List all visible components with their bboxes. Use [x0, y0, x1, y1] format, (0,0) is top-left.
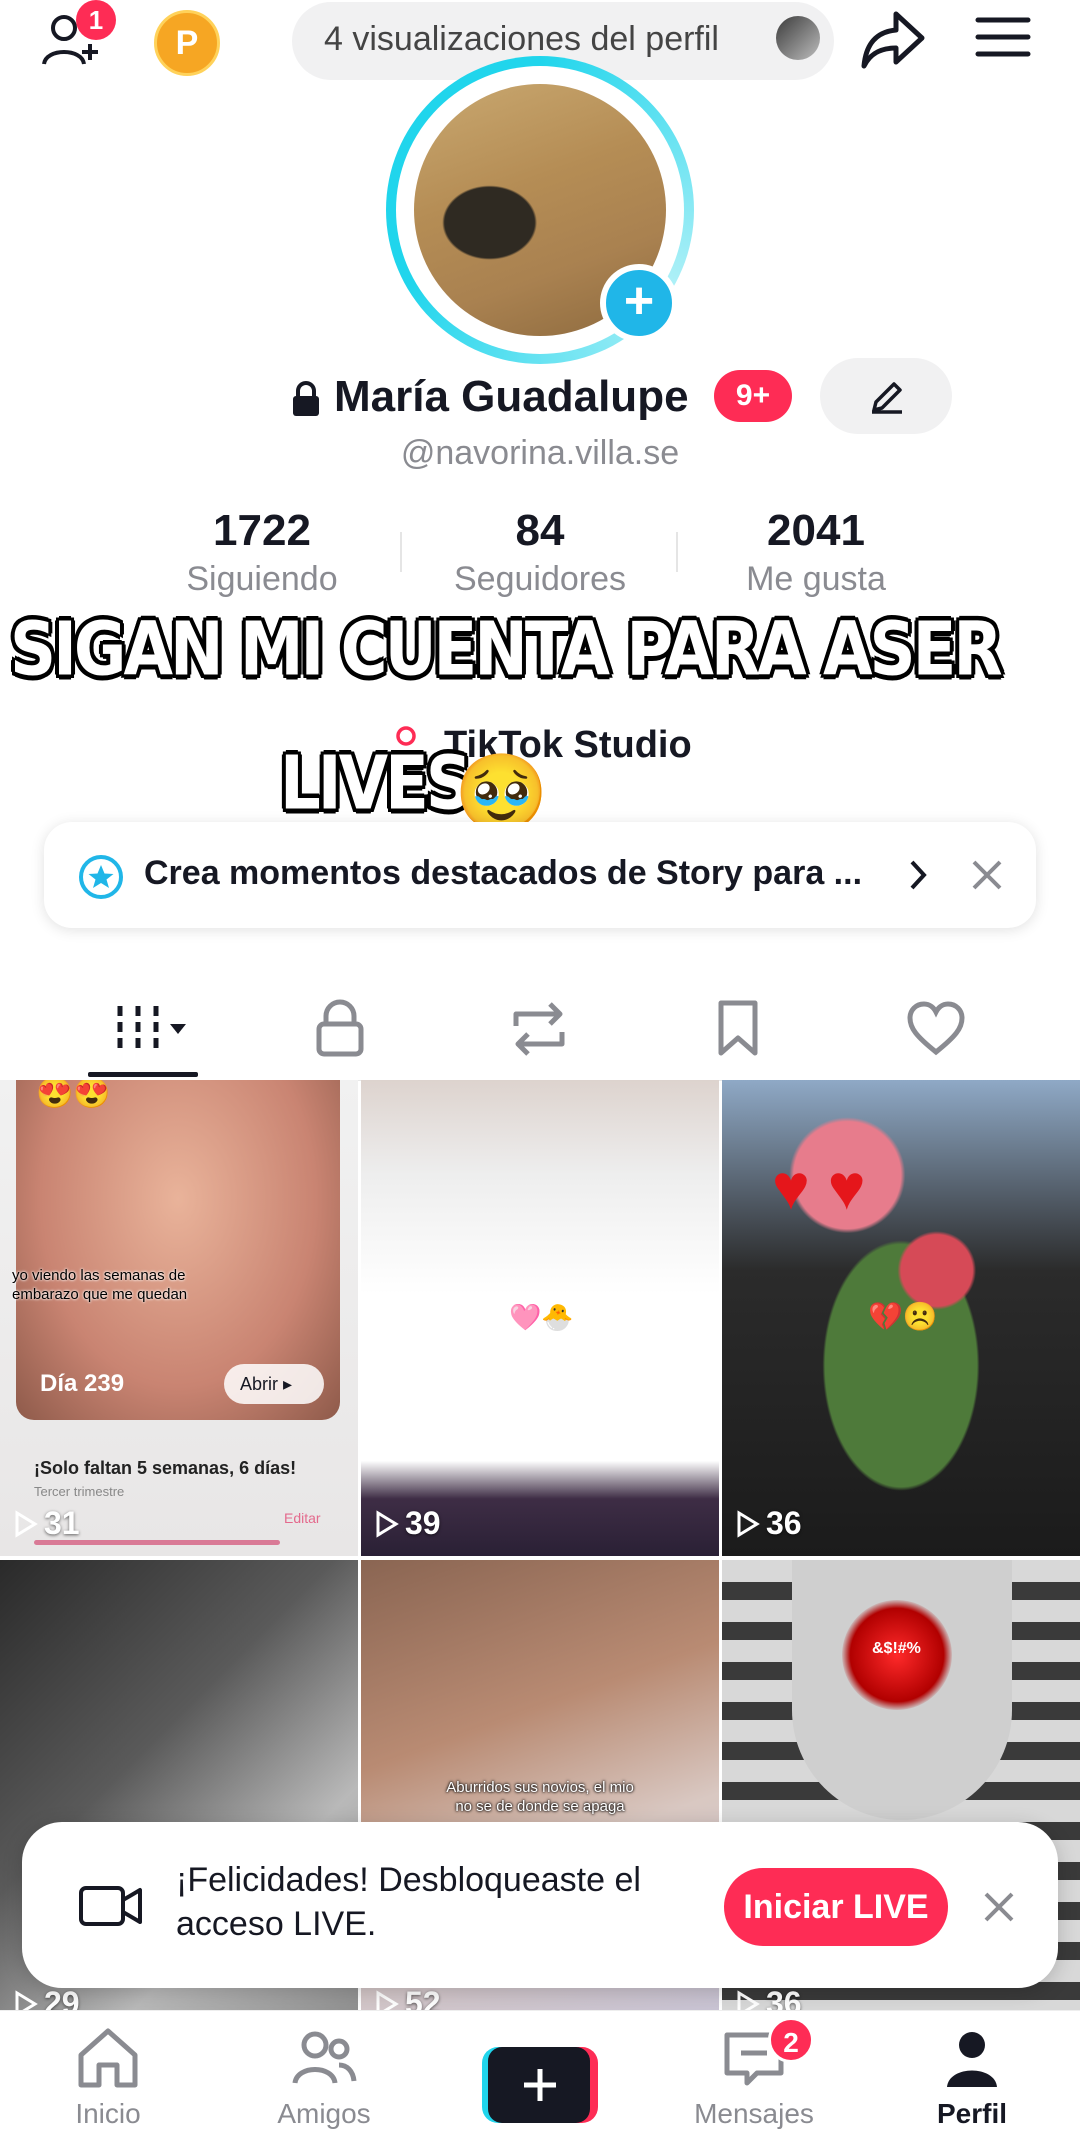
- start-live-button[interactable]: Iniciar LIVE: [724, 1868, 948, 1946]
- trimester-text: Tercer trimestre: [34, 1484, 125, 1499]
- bookmark-icon: [718, 1000, 758, 1056]
- emoji-overlay: 💔☹️: [868, 1301, 938, 1332]
- emoji-overlay: 🩷🐣: [509, 1302, 574, 1332]
- tab-private[interactable]: [240, 980, 440, 1080]
- menu-button[interactable]: [974, 14, 1034, 64]
- overlay-caption-line1: SIGAN MI CUENTA PARA ASER: [10, 608, 1003, 694]
- profile-icon: [947, 2032, 997, 2087]
- grid-filter-icon: [117, 1006, 186, 1050]
- star-badge-icon: [79, 855, 123, 899]
- video-overlay-text: yo viendo las semanas de embarazo que me…: [12, 1267, 188, 1303]
- active-tab-indicator: [88, 1072, 198, 1077]
- video-overlay-text: Aburridos sus novios, el mio no se de do…: [446, 1779, 634, 1815]
- add-story-button[interactable]: +: [600, 264, 678, 342]
- overlay-caption-line2: LIVES: [280, 742, 472, 828]
- repost-icon: [513, 1002, 565, 1056]
- close-icon[interactable]: [982, 1890, 1016, 1924]
- home-icon: [78, 2028, 138, 2088]
- live-banner-text: ¡Felicidades! Desbloqueaste el acceso LI…: [176, 1861, 641, 1943]
- likes-label: Me gusta: [746, 560, 886, 598]
- friend-requests-badge: 1: [76, 0, 116, 40]
- stat-following[interactable]: 1722 Siguiendo: [132, 506, 392, 599]
- play-icon: [737, 1510, 760, 1538]
- live-access-banner: ¡Felicidades! Desbloqueaste el acceso LI…: [22, 1822, 1058, 1988]
- story-banner-text: Crea momentos destacados de Story para .…: [144, 854, 863, 892]
- lock-icon: [316, 999, 364, 1057]
- nav-profile[interactable]: Perfil: [882, 2025, 1062, 2130]
- nav-home-label: Inicio: [75, 2098, 141, 2129]
- view-count: 31: [14, 1505, 80, 1542]
- tab-favorites[interactable]: [638, 980, 838, 1080]
- heart-icon: [907, 1001, 965, 1056]
- video-tile[interactable]: ♥ ♥ 💔☹️ 36: [722, 1080, 1080, 1556]
- view-count: 39: [375, 1505, 441, 1542]
- stat-divider: [676, 532, 678, 572]
- nav-profile-label: Perfil: [936, 2098, 1008, 2129]
- open-pill: Abrir ▸: [224, 1364, 324, 1404]
- chevron-right-icon[interactable]: [906, 858, 930, 892]
- viewer-avatar: [776, 16, 820, 60]
- video-tile[interactable]: 🩷🐣 39: [361, 1080, 719, 1556]
- nav-friends[interactable]: Amigos: [234, 2025, 414, 2130]
- edit-text: Editar: [284, 1510, 321, 1526]
- followers-count: 84: [515, 506, 565, 555]
- following-label: Siguiendo: [186, 560, 338, 598]
- tab-videos[interactable]: [46, 980, 246, 1080]
- add-friend-button[interactable]: 1: [38, 0, 118, 70]
- play-icon: [376, 1510, 399, 1538]
- messages-badge: 2: [768, 2017, 814, 2063]
- likes-count: 2041: [767, 506, 865, 555]
- followers-label: Seguidores: [453, 560, 626, 598]
- nav-friends-label: Amigos: [277, 2098, 371, 2129]
- view-count: 36: [736, 1505, 802, 1542]
- edit-profile-button[interactable]: [820, 358, 952, 434]
- nav-messages-label: Mensajes: [694, 2098, 814, 2129]
- create-button[interactable]: [482, 2047, 598, 2123]
- stat-followers[interactable]: 84 Seguidores: [410, 506, 670, 599]
- stat-divider: [400, 532, 402, 572]
- following-count: 1722: [213, 506, 311, 555]
- profile-views-text: 4 visualizaciones del perfil: [324, 20, 719, 58]
- video-camera-icon: [79, 1886, 142, 1926]
- weeks-text: ¡Solo faltan 5 semanas, 6 días!: [34, 1458, 297, 1478]
- plus-icon: [524, 2069, 556, 2101]
- bottom-navigation: Inicio Amigos 2 Mensajes Perfil: [0, 2010, 1080, 2149]
- story-highlights-banner[interactable]: Crea momentos destacados de Story para .…: [44, 822, 1036, 928]
- private-lock-icon: [293, 381, 319, 416]
- profile-handle: @navorina.villa.se: [400, 434, 680, 472]
- friends-icon: [292, 2031, 357, 2084]
- play-icon: [15, 1510, 38, 1538]
- stat-likes[interactable]: 2041 Me gusta: [686, 506, 946, 599]
- hamburger-icon: [975, 17, 1031, 57]
- nav-home[interactable]: Inicio: [18, 2025, 198, 2130]
- notification-badge[interactable]: 9+: [714, 370, 792, 422]
- pencil-icon: [872, 382, 902, 414]
- profile-name: María Guadalupe: [334, 372, 689, 421]
- heart-stickers: ♥ ♥: [772, 1151, 866, 1223]
- day-label: Día 239: [40, 1370, 125, 1397]
- tab-reposts[interactable]: [440, 980, 640, 1080]
- close-icon[interactable]: [970, 858, 1004, 892]
- nav-messages[interactable]: 2 Mensajes: [664, 2017, 844, 2130]
- share-button[interactable]: [858, 6, 930, 72]
- tab-liked[interactable]: [836, 980, 1036, 1080]
- emoji-overlay: 😍😍: [36, 1080, 111, 1110]
- video-tile[interactable]: 😍😍 yo viendo las semanas de embarazo que…: [0, 1080, 358, 1556]
- profile-tabs: [0, 980, 1080, 1081]
- coins-icon[interactable]: P: [154, 10, 220, 76]
- mask-text: &$!#%: [872, 1640, 921, 1657]
- share-icon: [861, 11, 925, 69]
